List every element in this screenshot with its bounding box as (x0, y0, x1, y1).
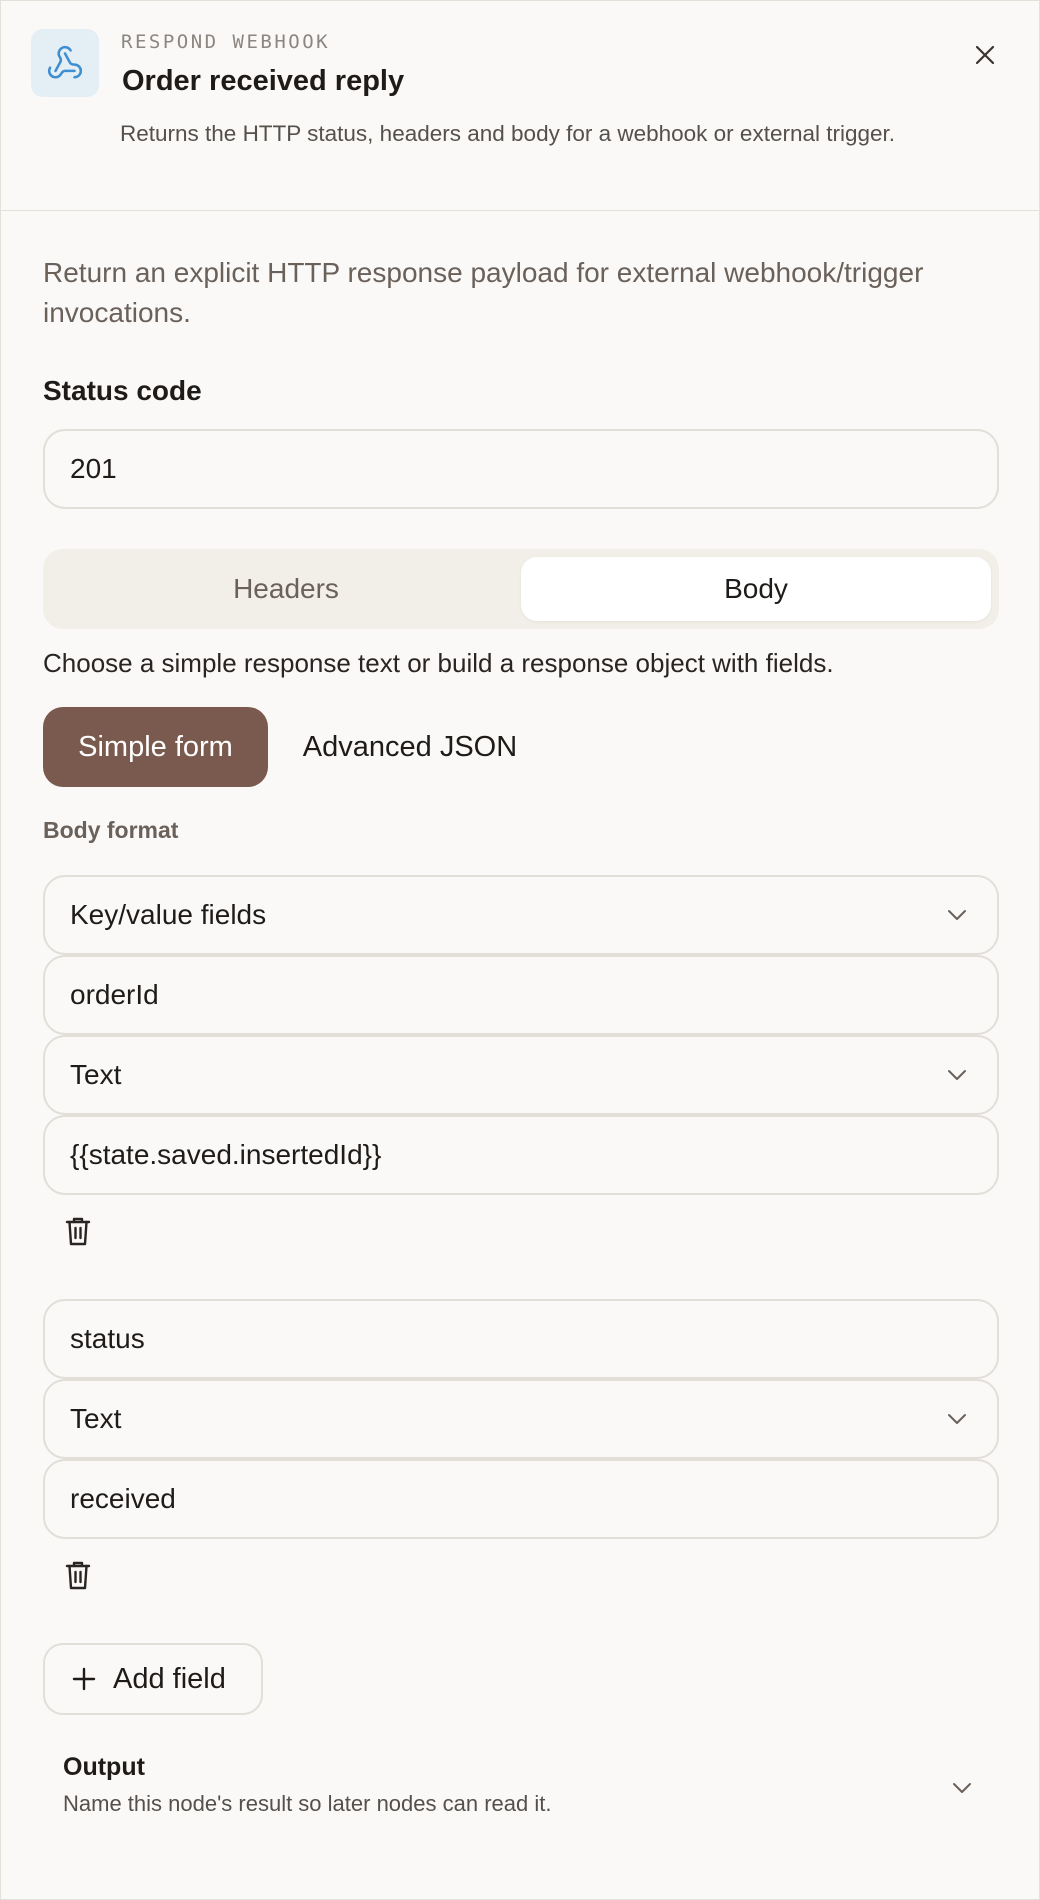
chevron-down-icon (949, 1775, 975, 1801)
response-tabs: Headers Body (43, 549, 999, 629)
node-title: Order received reply (122, 65, 405, 97)
field-value-text: received (70, 1483, 176, 1514)
trash-icon (65, 1561, 91, 1590)
node-description: Returns the HTTP status, headers and bod… (120, 121, 896, 146)
plus-icon (72, 1667, 96, 1691)
field-type-value: Text (70, 1403, 122, 1434)
tab-body[interactable]: Body (521, 557, 991, 621)
field-value-input[interactable]: received (43, 1459, 999, 1539)
simple-form-button[interactable]: Simple form (43, 707, 268, 787)
body-format-select[interactable]: Key/value fields (43, 875, 999, 955)
field-value-text: {{state.saved.insertedId}} (70, 1139, 382, 1170)
output-title: Output (63, 1753, 145, 1781)
tab-headers[interactable]: Headers (51, 557, 521, 621)
status-code-label: Status code (43, 375, 202, 406)
trash-icon (65, 1217, 91, 1246)
field-type-select[interactable]: Text (43, 1035, 999, 1115)
close-button[interactable] (967, 37, 1003, 73)
webhook-icon (31, 29, 99, 97)
close-icon (975, 45, 995, 65)
node-settings-panel: RESPOND WEBHOOK Order received reply Ret… (0, 0, 1040, 1900)
field-key-input[interactable]: status (43, 1299, 999, 1379)
field-key-value: orderId (70, 979, 159, 1010)
field-type-select[interactable]: Text (43, 1379, 999, 1459)
intro-text: Return an explicit HTTP response payload… (43, 257, 924, 328)
field-type-value: Text (70, 1059, 122, 1090)
add-field-button[interactable]: Add field (43, 1643, 263, 1715)
status-code-value: 201 (70, 453, 117, 484)
chevron-down-icon (944, 1406, 970, 1432)
advanced-json-button[interactable]: Advanced JSON (283, 707, 537, 787)
delete-field-button[interactable] (59, 1209, 97, 1253)
field-value-input[interactable]: {{state.saved.insertedId}} (43, 1115, 999, 1195)
panel-header: RESPOND WEBHOOK Order received reply Ret… (1, 1, 1039, 211)
add-field-label: Add field (113, 1662, 226, 1695)
chevron-down-icon (944, 902, 970, 928)
field-key-input[interactable]: orderId (43, 955, 999, 1035)
body-format-label: Body format (43, 817, 179, 843)
delete-field-button[interactable] (59, 1553, 97, 1597)
output-description: Name this node's result so later nodes c… (63, 1791, 552, 1816)
status-code-input[interactable]: 201 (43, 429, 999, 509)
field-key-value: status (70, 1323, 145, 1354)
body-format-value: Key/value fields (70, 899, 267, 930)
output-section-toggle[interactable]: Output Name this node's result so later … (43, 1741, 999, 1831)
chevron-down-icon (944, 1062, 970, 1088)
body-help-text: Choose a simple response text or build a… (43, 648, 834, 678)
node-type-label: RESPOND WEBHOOK (121, 31, 331, 53)
